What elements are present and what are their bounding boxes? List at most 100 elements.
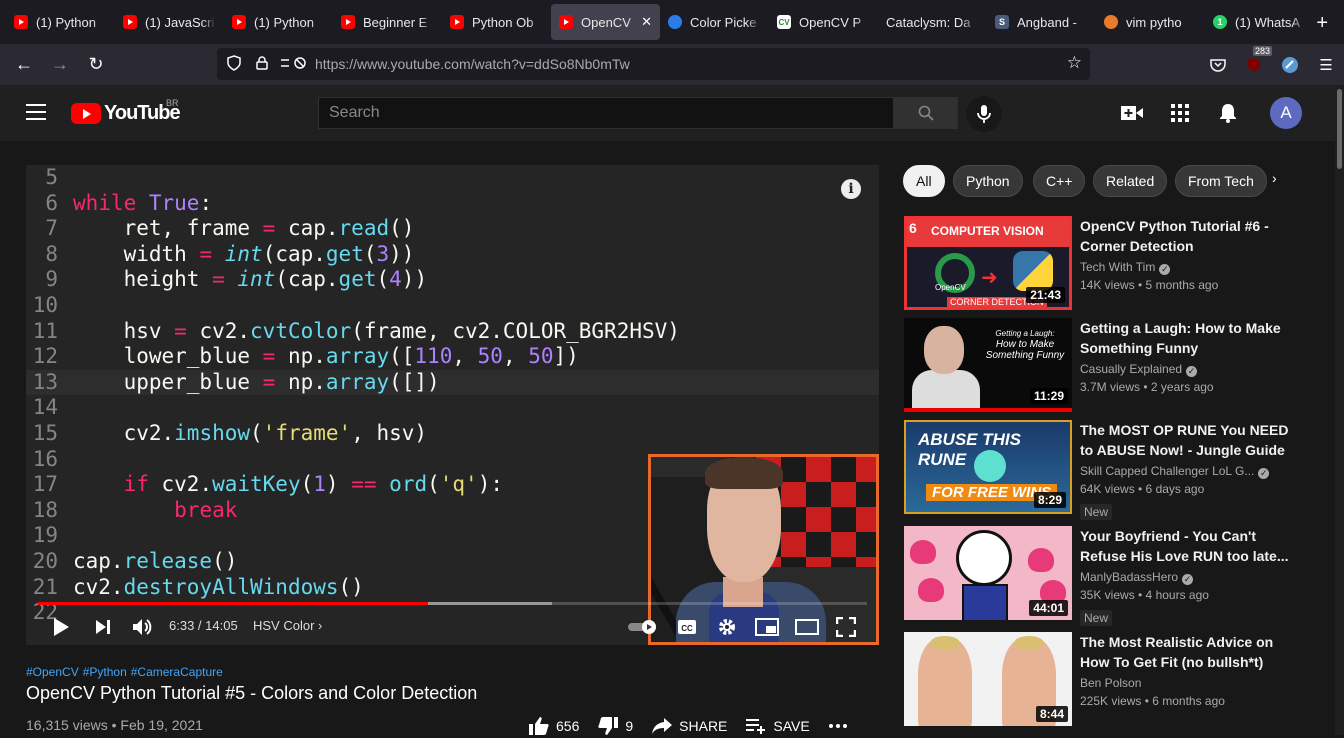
address-bar[interactable]: https://www.youtube.com/watch?v=ddSo8Nb0…	[217, 48, 1090, 80]
chip-cpp[interactable]: C++	[1033, 165, 1086, 197]
recommended-video[interactable]: ABUSE THIS RUNE FOR FREE WINS 8:29 The M…	[904, 420, 1324, 520]
forward-button[interactable]: →	[42, 54, 78, 75]
browser-tab[interactable]: 1 (1) WhatsA	[1205, 4, 1314, 40]
recommended-title[interactable]: Getting a Laugh: How to Make Something F…	[1080, 318, 1290, 358]
menu-icon[interactable]	[26, 104, 46, 120]
recommended-video[interactable]: COMPUTER VISION 6 OpenCV ➜ CORNER DETECT…	[904, 216, 1324, 312]
play-button[interactable]	[48, 613, 74, 641]
channel-name[interactable]: Skill Capped Challenger LoL G... ✓	[1080, 464, 1270, 479]
app-menu-icon[interactable]: ☰	[1308, 56, 1344, 74]
chapter-button[interactable]: HSV Color ›	[253, 618, 322, 633]
dislike-button[interactable]: 9	[597, 716, 633, 736]
voice-search-button[interactable]	[966, 96, 1002, 132]
svg-text:CC: CC	[681, 624, 693, 633]
recommended-title[interactable]: The Most Realistic Advice on How To Get …	[1080, 632, 1290, 672]
apps-grid-icon[interactable]	[1168, 101, 1192, 125]
volume-button[interactable]	[130, 613, 156, 641]
notifications-bell-icon[interactable]	[1216, 101, 1240, 125]
new-tab-button[interactable]: +	[1316, 12, 1328, 35]
page-scrollbar[interactable]	[1335, 85, 1344, 735]
fullscreen-icon	[836, 617, 856, 637]
verified-check-icon: ✓	[1182, 574, 1194, 585]
like-button[interactable]: 656	[528, 716, 579, 736]
hashtag-link[interactable]: #CameraCapture	[131, 665, 223, 679]
recommended-video[interactable]: 44:01 Your Boyfriend - You Can't Refuse …	[904, 526, 1324, 626]
info-icon[interactable]: i	[841, 179, 861, 199]
pocket-icon[interactable]	[1200, 58, 1236, 72]
browser-tab[interactable]: (1) Python	[224, 4, 333, 40]
lock-icon[interactable]	[251, 55, 273, 73]
chip-all[interactable]: All	[903, 165, 945, 197]
code-line: 13 upper_blue = np.array([])	[26, 369, 879, 395]
permissions-icon[interactable]	[279, 56, 306, 73]
close-tab-icon[interactable]: ✕	[641, 14, 652, 30]
browser-tab[interactable]: Cataclysm: Da	[878, 4, 987, 40]
url-text[interactable]: https://www.youtube.com/watch?v=ddSo8Nb0…	[315, 56, 630, 72]
tab-strip: (1) Python (1) JavaScri (1) Python Beginner…	[0, 0, 1344, 44]
channel-name[interactable]: Ben Polson	[1080, 676, 1141, 690]
reload-button[interactable]: ↻	[78, 54, 114, 75]
search-button[interactable]	[893, 97, 958, 129]
channel-name[interactable]: Tech With Tim ✓	[1080, 260, 1171, 275]
youtube-favicon-icon	[341, 15, 355, 29]
recommended-title[interactable]: The MOST OP RUNE You NEED to ABUSE Now! …	[1080, 420, 1290, 460]
create-video-icon[interactable]	[1120, 101, 1144, 125]
video-thumbnail[interactable]: COMPUTER VISION 6 OpenCV ➜ CORNER DETECT…	[904, 216, 1072, 310]
progress-bar[interactable]	[38, 602, 867, 605]
recommended-title[interactable]: OpenCV Python Tutorial #6 - Corner Detec…	[1080, 216, 1290, 256]
more-actions-button[interactable]	[828, 723, 854, 729]
bookmark-star-icon[interactable]: ☆	[1067, 53, 1082, 73]
browser-tab[interactable]: Python Ob	[442, 4, 551, 40]
more-icon	[828, 724, 847, 728]
ublock-extension-icon[interactable]: 283	[1236, 45, 1273, 73]
browser-tab[interactable]: S Angband -	[987, 4, 1096, 40]
video-thumbnail[interactable]: Getting a Laugh: How to Make Something Fu…	[904, 318, 1072, 412]
channel-name[interactable]: ManlyBadassHero ✓	[1080, 570, 1194, 585]
share-button[interactable]: SHARE	[651, 717, 727, 735]
video-thumbnail[interactable]: 44:01	[904, 526, 1072, 620]
miniplayer-button[interactable]	[754, 613, 780, 641]
autoplay-toggle[interactable]	[626, 613, 660, 641]
fullscreen-button[interactable]	[834, 613, 858, 641]
settings-button[interactable]	[716, 613, 738, 641]
browser-tab[interactable]: vim pytho	[1096, 4, 1205, 40]
recommended-video[interactable]: 8:44 The Most Realistic Advice on How To…	[904, 632, 1324, 728]
extension-icon[interactable]	[1272, 56, 1308, 74]
browser-tab[interactable]: (1) JavaScri	[115, 4, 224, 40]
theater-mode-button[interactable]	[794, 613, 820, 641]
python-logo-icon	[1013, 251, 1053, 291]
code-line: 15 cv2.imshow('frame', hsv)	[26, 421, 879, 446]
browser-tab[interactable]: Beginner E	[333, 4, 442, 40]
line-number: 20	[32, 549, 58, 573]
recommended-title[interactable]: Your Boyfriend - You Can't Refuse His Lo…	[1080, 526, 1290, 566]
search-input[interactable]	[319, 98, 893, 128]
youtube-favicon-icon	[14, 15, 28, 29]
browser-tab[interactable]: CV OpenCV P	[769, 4, 878, 40]
avatar[interactable]: A	[1270, 97, 1302, 129]
chip-related[interactable]: Related	[1093, 165, 1168, 197]
browser-tab[interactable]: (1) Python	[6, 4, 115, 40]
back-button[interactable]: ←	[6, 54, 42, 75]
chip-python[interactable]: Python	[953, 165, 1023, 197]
browser-tab[interactable]: OpenCV ✕	[551, 4, 660, 40]
chevron-right-icon[interactable]: ›	[1272, 170, 1277, 186]
video-thumbnail[interactable]: 8:44	[904, 632, 1072, 726]
chip-from-tech[interactable]: From Tech	[1175, 165, 1267, 197]
scrollbar-thumb[interactable]	[1337, 89, 1342, 169]
next-button[interactable]	[92, 613, 114, 641]
code-line: 8 width = int(cap.get(3))	[26, 242, 879, 267]
shield-icon[interactable]	[223, 54, 245, 74]
save-button[interactable]: SAVE	[745, 717, 810, 735]
youtube-logo[interactable]: YouTube	[71, 102, 181, 125]
hashtag-link[interactable]: #OpenCV	[26, 665, 79, 679]
browser-tab[interactable]: Color Picke	[660, 4, 769, 40]
subtitles-button[interactable]: CC	[676, 613, 698, 641]
like-count: 656	[556, 718, 580, 734]
angband-favicon-icon: S	[995, 15, 1009, 29]
hashtag-link[interactable]: #Python	[83, 665, 127, 679]
video-thumbnail[interactable]: ABUSE THIS RUNE FOR FREE WINS 8:29	[904, 420, 1072, 514]
navigation-toolbar: ← → ↻ https://www.youtube.com/watch?v=dd…	[0, 44, 1344, 85]
video-player[interactable]: 5 6 while True: 7 ret, frame = cap.read() 8 …	[26, 165, 879, 645]
recommended-video[interactable]: Getting a Laugh: How to Make Something Fu…	[904, 318, 1324, 414]
channel-name[interactable]: Casually Explained ✓	[1080, 362, 1198, 377]
